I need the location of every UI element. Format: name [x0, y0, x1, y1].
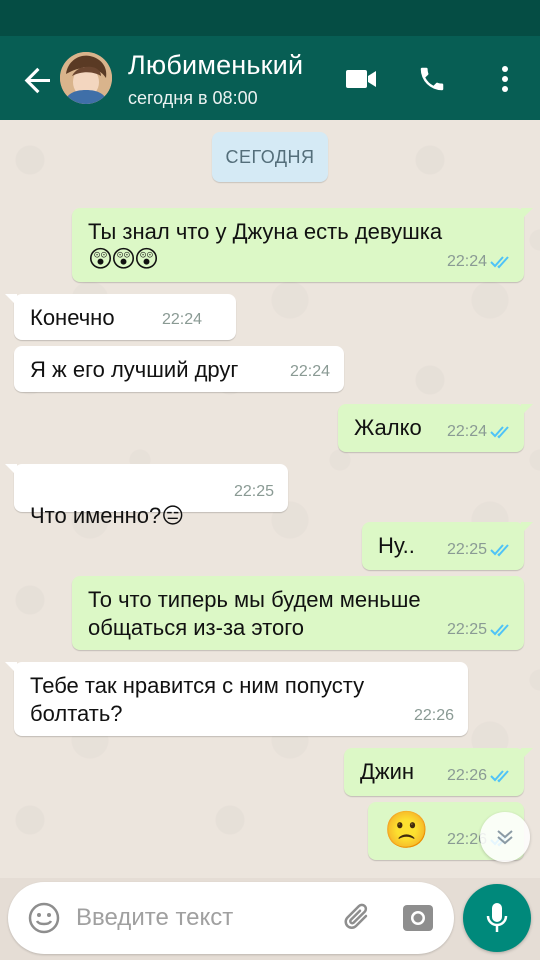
back-arrow-icon[interactable]: [18, 60, 58, 100]
message-list[interactable]: СЕГОДНЯ Ты знал что у Джуна есть девушка…: [0, 120, 540, 878]
message-meta: 22:24: [447, 248, 514, 276]
scroll-to-bottom-button[interactable]: [480, 812, 530, 862]
message-meta: 22:25: [447, 616, 514, 644]
message-meta: 22:24: [162, 306, 202, 334]
message-text: Джин: [360, 759, 415, 784]
message-outgoing[interactable]: Ты знал что у Джуна есть девушка 😲😲😲 22:…: [72, 208, 533, 282]
message-meta: 22:26: [414, 702, 454, 730]
more-vert-icon[interactable]: [484, 58, 526, 100]
message-emoji: 🙁: [384, 809, 429, 850]
mic-button[interactable]: [463, 884, 531, 952]
message-text: Тебе так нравится с ним попусту болтать?: [30, 673, 365, 726]
message-text: Жалко: [354, 415, 422, 440]
message-incoming[interactable]: Конечно 22:24: [5, 294, 236, 340]
message-time: 22:24: [446, 423, 487, 440]
message-outgoing[interactable]: Джин 22:26: [344, 748, 533, 796]
message-incoming[interactable]: Что именно?😑 22:25: [5, 464, 288, 528]
video-call-icon[interactable]: [340, 58, 382, 100]
last-seen-status: сегодня в 08:00: [128, 88, 258, 108]
message-meta: 22:25: [447, 536, 514, 564]
message-meta: 22:25: [234, 478, 274, 506]
message-meta: 22:24: [290, 358, 330, 386]
double-check-icon: [490, 256, 509, 269]
message-incoming[interactable]: Я ж его лучший друг 22:24: [14, 346, 344, 392]
message-input[interactable]: [76, 900, 316, 936]
message-time: 22:24: [446, 253, 487, 270]
message-emoji: 😑: [161, 503, 185, 528]
message-text: Ну..: [378, 533, 415, 558]
double-check-icon: [490, 544, 509, 557]
date-divider: СЕГОДНЯ: [212, 132, 328, 182]
double-check-icon: [490, 624, 509, 637]
camera-icon[interactable]: [400, 900, 436, 936]
message-outgoing[interactable]: Жалко 22:24: [338, 404, 533, 452]
chat-header: Любименький сегодня в 08:00: [0, 36, 540, 120]
input-container: [8, 882, 454, 954]
message-text: Я ж его лучший друг: [30, 357, 239, 382]
double-check-icon: [490, 770, 509, 783]
mic-icon: [486, 903, 508, 932]
phone-icon[interactable]: [411, 58, 453, 100]
chevron-down-icon: [497, 830, 513, 845]
message-outgoing[interactable]: То что типерь мы будем меньше общаться и…: [72, 576, 524, 650]
message-time: 22:25: [233, 483, 274, 500]
message-time: 22:26: [413, 707, 454, 724]
message-outgoing[interactable]: Ну.. 22:25: [362, 522, 533, 570]
message-time: 22:25: [446, 541, 487, 558]
double-check-icon: [490, 426, 509, 439]
message-text-row: Что именно?😑: [30, 474, 184, 530]
message-composer: [0, 870, 540, 960]
avatar[interactable]: [60, 52, 112, 104]
message-time: 22:26: [446, 767, 487, 784]
message-time: 22:25: [446, 621, 487, 638]
status-bar: [0, 0, 540, 36]
message-text: Ты знал что у Джуна есть девушка: [88, 219, 443, 244]
message-text: Что именно?: [30, 503, 162, 528]
message-time: 22:24: [161, 311, 202, 328]
contact-name[interactable]: Любименький: [128, 50, 303, 81]
message-text: То что типерь мы будем меньше общаться и…: [88, 587, 421, 640]
emoji-icon[interactable]: [26, 900, 62, 936]
message-text: Конечно: [30, 305, 115, 330]
message-meta: 22:26: [447, 762, 514, 790]
message-time: 22:24: [289, 363, 330, 380]
message-incoming[interactable]: Тебе так нравится с ним попусту болтать?…: [5, 662, 468, 736]
message-emoji: 😲😲😲: [88, 246, 159, 273]
message-meta: 22:24: [447, 418, 514, 446]
attach-icon[interactable]: [340, 900, 376, 936]
